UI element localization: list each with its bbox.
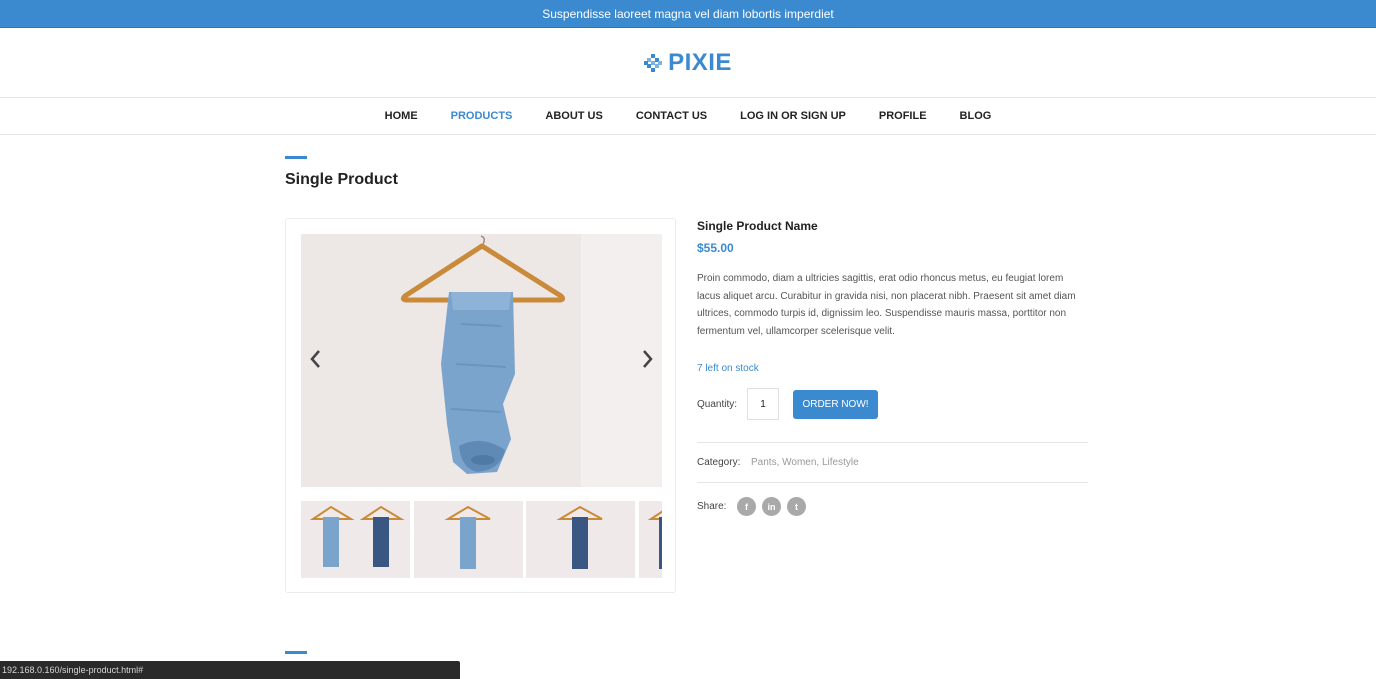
product-main-image[interactable] bbox=[301, 234, 662, 487]
category-label: Category: bbox=[697, 457, 741, 468]
category-link[interactable]: Women bbox=[782, 457, 816, 468]
linkedin-icon[interactable]: in bbox=[762, 497, 781, 516]
thumbnail-image bbox=[639, 501, 662, 578]
thumbnail-strip bbox=[301, 501, 662, 578]
twitter-icon[interactable]: t bbox=[787, 497, 806, 516]
chevron-left-icon bbox=[310, 350, 320, 368]
jeans-on-hanger-image bbox=[301, 234, 662, 487]
share-label: Share: bbox=[697, 501, 727, 512]
category-link[interactable]: Lifestyle bbox=[822, 457, 859, 468]
thumbnail[interactable] bbox=[639, 501, 662, 578]
nav-item-blog[interactable]: BLOG bbox=[960, 110, 992, 122]
thumbnail-image bbox=[414, 501, 523, 578]
quantity-label: Quantity: bbox=[697, 399, 738, 410]
product-gallery bbox=[285, 218, 676, 593]
divider bbox=[697, 482, 1088, 483]
facebook-icon[interactable]: f bbox=[737, 497, 756, 516]
pixie-logo-icon bbox=[644, 53, 663, 72]
brand-name: PIXIE bbox=[668, 48, 732, 76]
browser-status-bar: 192.168.0.160/single-product.html# bbox=[0, 661, 460, 679]
section-accent-bar bbox=[285, 651, 307, 654]
product-name: Single Product Name bbox=[697, 219, 818, 233]
nav-item-profile[interactable]: PROFILE bbox=[879, 110, 927, 122]
nav-item-home[interactable]: HOME bbox=[385, 110, 418, 122]
nav-item-about-us[interactable]: ABOUT US bbox=[545, 110, 602, 122]
page-title: Single Product bbox=[285, 171, 398, 188]
stock-status: 7 left on stock bbox=[697, 363, 759, 374]
category-list: Pants, Women, Lifestyle bbox=[751, 457, 859, 468]
thumbnail[interactable] bbox=[526, 501, 635, 578]
nav-item-products[interactable]: PRODUCTS bbox=[451, 110, 513, 122]
gallery-prev-button[interactable] bbox=[305, 349, 325, 371]
thumbnail[interactable] bbox=[414, 501, 523, 578]
announcement-bar: Suspendisse laoreet magna vel diam lobor… bbox=[0, 0, 1376, 27]
thumbnail-image bbox=[526, 501, 635, 578]
header: PIXIE bbox=[0, 28, 1376, 98]
brand-logo[interactable]: PIXIE bbox=[644, 49, 732, 77]
chevron-right-icon bbox=[643, 350, 653, 368]
thumbnail[interactable] bbox=[301, 501, 410, 578]
status-url: 192.168.0.160/single-product.html# bbox=[2, 665, 144, 675]
quantity-input[interactable] bbox=[747, 388, 779, 420]
nav-item-login-signup[interactable]: LOG IN OR SIGN UP bbox=[740, 110, 846, 122]
category-link[interactable]: Pants bbox=[751, 457, 777, 468]
gallery-next-button[interactable] bbox=[638, 349, 658, 371]
announcement-text: Suspendisse laoreet magna vel diam lobor… bbox=[542, 6, 834, 21]
product-description: Proin commodo, diam a ultricies sagittis… bbox=[697, 273, 1076, 337]
order-now-button[interactable]: ORDER NOW! bbox=[793, 390, 878, 419]
section-accent-bar bbox=[285, 156, 307, 159]
main-nav: HOME PRODUCTS ABOUT US CONTACT US LOG IN… bbox=[0, 98, 1376, 135]
thumbnail-image bbox=[301, 501, 410, 578]
nav-item-contact-us[interactable]: CONTACT US bbox=[636, 110, 707, 122]
divider bbox=[697, 442, 1088, 443]
product-price: $55.00 bbox=[697, 241, 734, 255]
